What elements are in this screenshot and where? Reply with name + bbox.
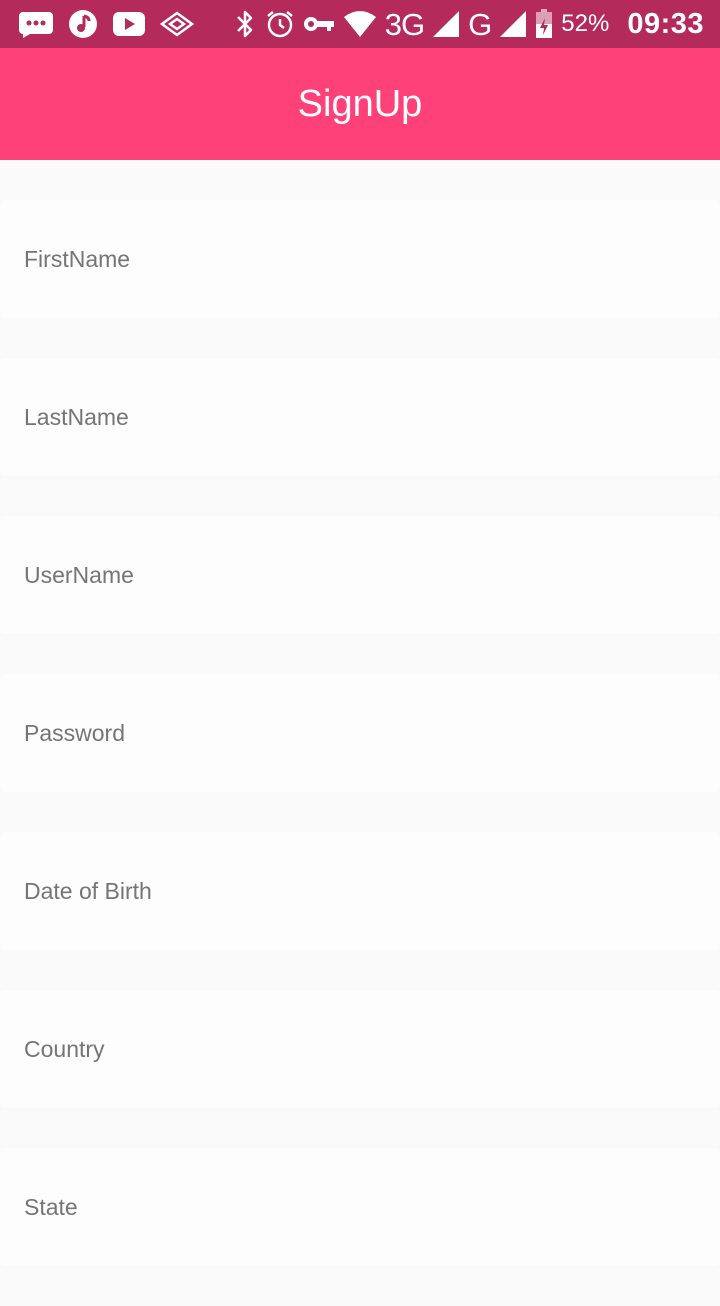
date-of-birth-field[interactable] <box>0 832 720 950</box>
username-field[interactable] <box>0 516 720 634</box>
vpn-diamond-icon <box>160 11 194 37</box>
battery-percent: 52% <box>561 10 610 37</box>
page-title: SignUp <box>297 82 423 125</box>
wifi-icon <box>343 10 377 38</box>
last-name-input[interactable] <box>24 403 720 431</box>
date-of-birth-input[interactable] <box>24 877 720 905</box>
password-field[interactable] <box>0 674 720 792</box>
alarm-icon <box>265 9 295 39</box>
first-name-field[interactable] <box>0 200 720 318</box>
battery-icon <box>535 9 553 39</box>
cell-signal-icon <box>432 10 460 38</box>
status-bar-system: 3G G 52% 09:33 <box>233 8 720 41</box>
network-3g-label: 3G <box>384 6 425 42</box>
youtube-icon <box>112 11 146 37</box>
password-input[interactable] <box>24 719 720 747</box>
clock: 09:33 <box>627 7 704 40</box>
app-bar: SignUp <box>0 48 720 160</box>
status-bar-notifications <box>0 9 208 39</box>
last-name-field[interactable] <box>0 358 720 476</box>
status-bar: 3G G 52% 09:33 <box>0 0 720 48</box>
state-field[interactable] <box>0 1148 720 1266</box>
network-g-label: G <box>468 6 492 42</box>
bluetooth-icon <box>233 9 257 39</box>
key-icon <box>303 14 335 34</box>
state-input[interactable] <box>24 1193 720 1221</box>
music-note-icon <box>68 9 98 39</box>
cell-signal-icon <box>499 10 527 38</box>
chat-bubble-icon <box>18 10 54 38</box>
first-name-input[interactable] <box>24 245 720 273</box>
country-input[interactable] <box>24 1035 720 1063</box>
signup-form <box>0 200 720 1306</box>
username-input[interactable] <box>24 561 720 589</box>
country-field[interactable] <box>0 990 720 1108</box>
